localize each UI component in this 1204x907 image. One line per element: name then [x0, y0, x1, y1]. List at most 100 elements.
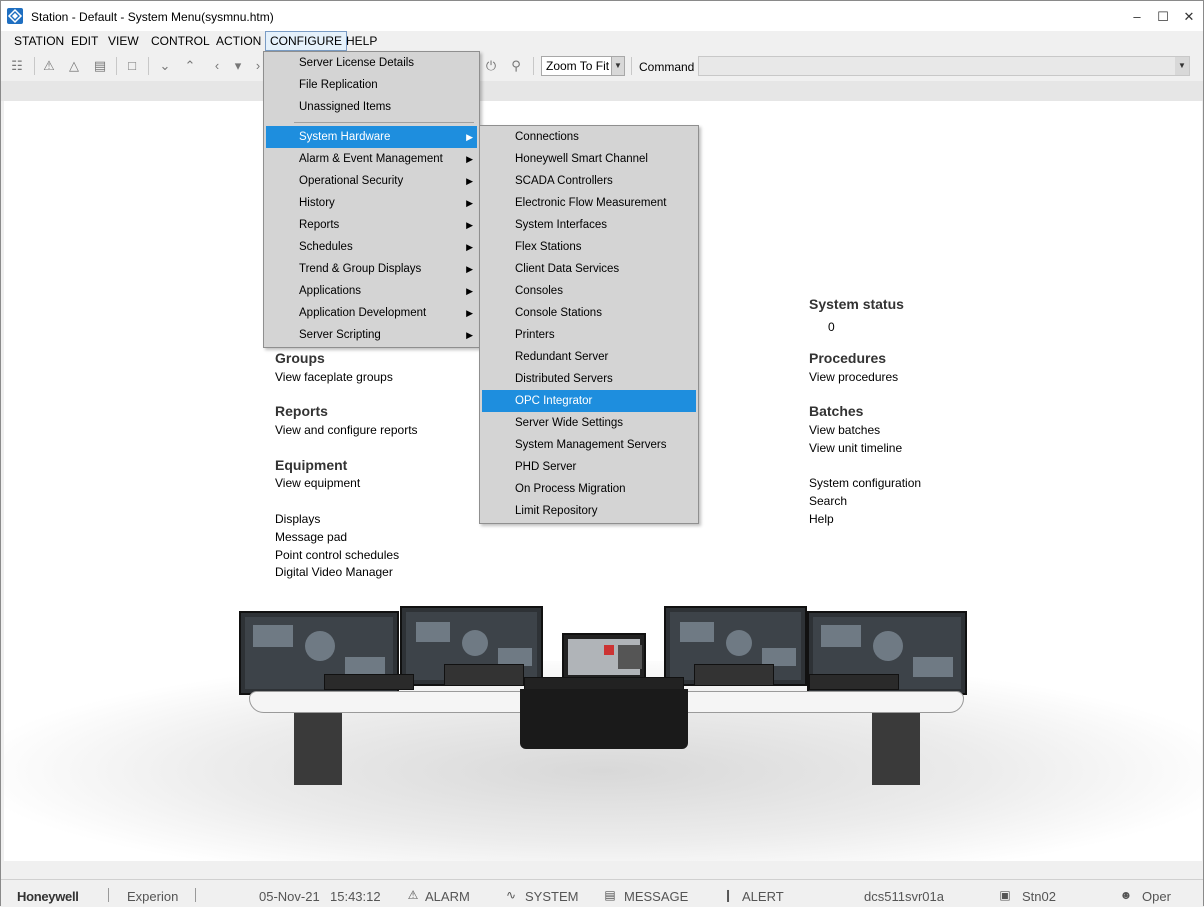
server-name: dcs511svr01a [864, 889, 944, 904]
submenu-arrow-icon: ▶ [466, 220, 473, 230]
menu-item-scada-controllers[interactable]: SCADA Controllers [482, 170, 696, 192]
point-control-schedules-link[interactable]: Point control schedules [275, 548, 399, 562]
search-link[interactable]: Search [809, 494, 847, 508]
hierarchy-icon[interactable]: ☷ [8, 57, 26, 75]
search-icon[interactable]: ⚲ [507, 57, 525, 75]
menu-item-trend-group-displays[interactable]: Trend & Group Displays ▶ [266, 258, 477, 280]
chevron-down-icon[interactable]: ▼ [1175, 57, 1189, 75]
console-pedestal [520, 689, 688, 749]
system-status-value[interactable]: 0 [828, 320, 835, 334]
view-unit-timeline-link[interactable]: View unit timeline [809, 441, 902, 455]
menu-item-server-scripting[interactable]: Server Scripting ▶ [266, 324, 477, 346]
monitor-icon: ▣ [999, 888, 1011, 902]
menu-item-alarm-event-management[interactable]: Alarm & Event Management ▶ [266, 148, 477, 170]
menu-item-label: Application Development [299, 307, 427, 319]
alert-indicator[interactable]: ALERT [742, 889, 784, 904]
console-touchpad [694, 664, 774, 686]
menu-item-label: Reports [299, 219, 340, 231]
minimize-button[interactable]: – [1126, 7, 1148, 27]
menu-item-operational-security[interactable]: Operational Security ▶ [266, 170, 477, 192]
maximize-button[interactable]: ☐ [1152, 7, 1174, 27]
menu-item-redundant-server[interactable]: Redundant Server [482, 346, 696, 368]
menu-item-unassigned-items[interactable]: Unassigned Items [266, 96, 477, 118]
menu-item-phd-server[interactable]: PHD Server [482, 456, 696, 478]
menu-configure[interactable]: CONFIGURE [265, 31, 347, 51]
menu-item-opc-integrator[interactable]: OPC Integrator [482, 390, 696, 412]
status-date: 05-Nov-21 [259, 889, 320, 904]
digital-video-manager-link[interactable]: Digital Video Manager [275, 565, 393, 579]
displays-link[interactable]: Displays [275, 512, 320, 526]
menu-item-printers[interactable]: Printers [482, 324, 696, 346]
power-icon[interactable]: ⏻ [482, 57, 500, 75]
page-up-icon[interactable]: ⌃ [181, 57, 199, 75]
menu-item-system-interfaces[interactable]: System Interfaces [482, 214, 696, 236]
page-down-icon[interactable]: ⌄ [156, 57, 174, 75]
menu-item-schedules[interactable]: Schedules ▶ [266, 236, 477, 258]
system-configuration-link[interactable]: System configuration [809, 476, 921, 490]
menu-station[interactable]: STATION [10, 31, 68, 51]
back-icon[interactable]: ‹ [208, 57, 226, 75]
menu-item-label: Schedules [299, 241, 353, 253]
menu-item-electronic-flow-measurement[interactable]: Electronic Flow Measurement [482, 192, 696, 214]
menu-item-system-management-servers[interactable]: System Management Servers [482, 434, 696, 456]
message-indicator[interactable]: MESSAGE [624, 889, 688, 904]
view-procedures-link[interactable]: View procedures [809, 370, 898, 384]
alert-icon[interactable]: ❙ [721, 889, 735, 902]
window-title: Station - Default - System Menu(sysmnu.h… [31, 10, 274, 24]
menu-item-application-development[interactable]: Application Development ▶ [266, 302, 477, 324]
menu-item-history[interactable]: History ▶ [266, 192, 477, 214]
status-time: 15:43:12 [330, 889, 381, 904]
menu-edit[interactable]: EDIT [67, 31, 102, 51]
menu-item-applications[interactable]: Applications ▶ [266, 280, 477, 302]
zoom-value: Zoom To Fit [546, 59, 610, 73]
menu-item-label: Trend & Group Displays [299, 263, 422, 275]
menu-action[interactable]: ACTION [212, 31, 265, 51]
submenu-arrow-icon: ▶ [466, 198, 473, 208]
display-tab-strip [1, 81, 1203, 101]
alarm-summary-icon[interactable]: ⚠ [40, 57, 58, 75]
system-status-heading: System status [809, 296, 904, 312]
menu-item-flex-stations[interactable]: Flex Stations [482, 236, 696, 258]
menu-item-consoles[interactable]: Consoles [482, 280, 696, 302]
menu-control[interactable]: CONTROL [147, 31, 214, 51]
menu-item-client-data-services[interactable]: Client Data Services [482, 258, 696, 280]
menu-item-honeywell-smart-channel[interactable]: Honeywell Smart Channel [482, 148, 696, 170]
command-input[interactable]: ▼ [698, 56, 1190, 76]
menu-item-file-replication[interactable]: File Replication [266, 74, 477, 96]
display-icon[interactable]: □ [123, 57, 141, 75]
menu-item-reports[interactable]: Reports ▶ [266, 214, 477, 236]
message-pad-link[interactable]: Message pad [275, 530, 347, 544]
menu-item-limit-repository[interactable]: Limit Repository [482, 500, 696, 522]
menu-item-system-hardware[interactable]: System Hardware ▶ [266, 126, 477, 148]
event-icon[interactable]: △ [65, 57, 83, 75]
zoom-select[interactable]: Zoom To Fit ▼ [541, 56, 625, 76]
alarm-icon[interactable]: ⚠ [406, 889, 420, 902]
menu-item-connections[interactable]: Connections [482, 126, 696, 148]
user-icon: ☻ [1119, 888, 1133, 902]
menu-item-console-stations[interactable]: Console Stations [482, 302, 696, 324]
message-icon[interactable]: ▤ [603, 889, 617, 902]
view-reports-link[interactable]: View and configure reports [275, 423, 418, 437]
menu-separator [294, 122, 474, 123]
view-faceplate-groups-link[interactable]: View faceplate groups [275, 370, 393, 384]
menu-item-server-license-details[interactable]: Server License Details [266, 52, 477, 74]
chevron-down-icon[interactable]: ▼ [611, 57, 624, 75]
menu-item-distributed-servers[interactable]: Distributed Servers [482, 368, 696, 390]
toolbar-separator [34, 57, 35, 75]
view-batches-link[interactable]: View batches [809, 423, 880, 437]
menu-item-on-process-migration[interactable]: On Process Migration [482, 478, 696, 500]
view-equipment-link[interactable]: View equipment [275, 476, 360, 490]
menu-item-server-wide-settings[interactable]: Server Wide Settings [482, 412, 696, 434]
system-indicator[interactable]: SYSTEM [525, 889, 578, 904]
menu-help[interactable]: HELP [342, 31, 381, 51]
menu-item-label: Operational Security [299, 175, 404, 187]
menu-view[interactable]: VIEW [104, 31, 143, 51]
back-dropdown-icon[interactable]: ▾ [229, 57, 247, 75]
message-summary-icon[interactable]: ▤ [91, 57, 109, 75]
system-icon[interactable]: ∿ [504, 889, 518, 902]
close-button[interactable]: ✕ [1178, 7, 1200, 27]
alarm-indicator[interactable]: ALARM [425, 889, 470, 904]
honeywell-logo: Honeywell [17, 889, 79, 904]
help-link[interactable]: Help [809, 512, 834, 526]
groups-heading: Groups [275, 350, 325, 366]
